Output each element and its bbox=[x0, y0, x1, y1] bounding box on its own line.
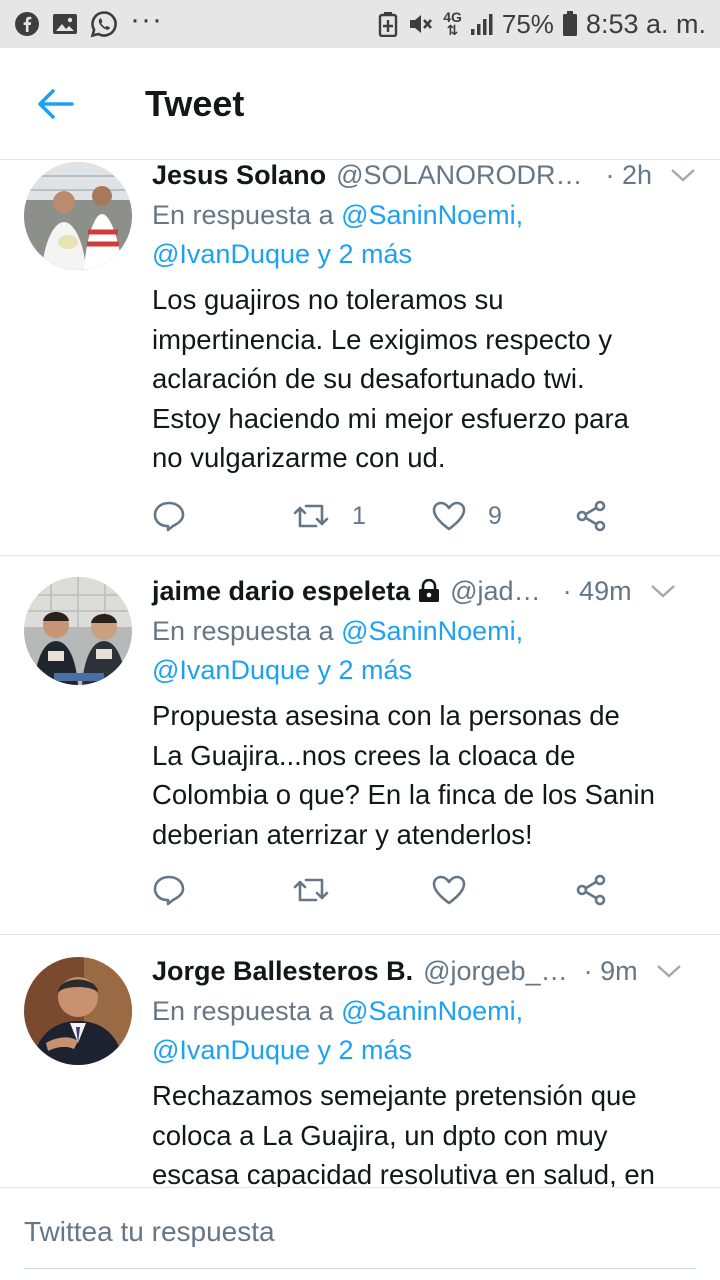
avatar[interactable] bbox=[24, 162, 132, 270]
battery-percent: 75% bbox=[501, 8, 554, 39]
heart-icon bbox=[432, 875, 466, 905]
tweet-item[interactable]: jaime dario espeleta @jad… · 49m En resp… bbox=[0, 556, 720, 935]
reply-mention-link[interactable]: @SaninNoemi, bbox=[341, 200, 523, 230]
heart-icon bbox=[432, 501, 466, 531]
facebook-icon bbox=[14, 11, 40, 37]
reply-context: En respuesta a @SaninNoemi, bbox=[152, 992, 696, 1031]
author-handle[interactable]: @jad… bbox=[450, 576, 540, 607]
system-status: 4G ⇅ 75% 8:53 a. m. bbox=[377, 9, 706, 40]
tweet-text: Los guajiros no toleramos su impertinenc… bbox=[152, 284, 629, 473]
tweet-actions: 1 9 bbox=[152, 496, 640, 536]
status-bar: ··· 4G ⇅ 75% 8:53 a. m. bbox=[0, 0, 720, 48]
tweet-content: Jesus Solano @SOLANORODRI… · 2h En respu… bbox=[152, 160, 696, 478]
reply-mentions-link[interactable]: @IvanDuque y 2 más bbox=[152, 1031, 696, 1070]
mute-icon bbox=[407, 11, 435, 37]
signal-icon bbox=[470, 12, 494, 36]
reply-icon bbox=[153, 875, 185, 906]
share-button[interactable] bbox=[575, 874, 607, 906]
retweet-icon bbox=[293, 878, 329, 902]
avatar[interactable] bbox=[24, 577, 132, 685]
reply-mention-link[interactable]: @SaninNoemi, bbox=[341, 616, 523, 646]
like-count: 9 bbox=[488, 501, 502, 530]
reply-prefix: En respuesta a bbox=[152, 200, 334, 230]
reply-mentions-link[interactable]: @IvanDuque y 2 más bbox=[152, 235, 696, 274]
chevron-down-icon[interactable] bbox=[656, 963, 682, 979]
clock: 8:53 a. m. bbox=[585, 8, 706, 39]
tweet-time: · 49m bbox=[562, 575, 632, 606]
tweet-time: · 2h bbox=[605, 160, 652, 190]
reply-context: En respuesta a @SaninNoemi, bbox=[152, 196, 696, 235]
retweet-icon bbox=[293, 504, 329, 528]
input-underline bbox=[24, 1268, 696, 1269]
tweet-header: Jorge Ballesteros B. @jorgeb_… · 9m bbox=[152, 952, 696, 990]
reply-mentions-link[interactable]: @IvanDuque y 2 más bbox=[152, 651, 696, 690]
author-handle[interactable]: @SOLANORODRI… bbox=[336, 160, 589, 191]
author-name[interactable]: jaime dario espeleta bbox=[152, 576, 410, 607]
reply-composer: Twittea tu respuesta bbox=[0, 1187, 720, 1280]
share-icon bbox=[576, 874, 606, 906]
reply-input[interactable]: Twittea tu respuesta bbox=[24, 1216, 275, 1248]
more-icon: ··· bbox=[130, 3, 163, 36]
like-button[interactable] bbox=[432, 875, 572, 905]
author-name[interactable]: Jesus Solano bbox=[152, 160, 326, 191]
chevron-down-icon[interactable] bbox=[670, 167, 696, 183]
back-button[interactable] bbox=[30, 82, 80, 126]
share-icon bbox=[576, 500, 606, 532]
reply-button[interactable] bbox=[152, 500, 292, 532]
tweet-header: jaime dario espeleta @jad… · 49m bbox=[152, 572, 696, 610]
retweet-button[interactable]: 1 bbox=[292, 502, 432, 531]
author-name[interactable]: Jorge Ballesteros B. bbox=[152, 956, 413, 987]
whatsapp-icon bbox=[90, 10, 118, 38]
tweet-content: jaime dario espeleta @jad… · 49m En resp… bbox=[152, 572, 696, 854]
reply-mention-link[interactable]: @SaninNoemi, bbox=[341, 996, 523, 1026]
notification-icons: ··· bbox=[14, 3, 163, 38]
avatar[interactable] bbox=[24, 957, 132, 1065]
author-handle[interactable]: @jorgeb_… bbox=[423, 956, 567, 987]
app-bar: Tweet bbox=[0, 48, 720, 160]
share-button[interactable] bbox=[575, 500, 607, 532]
gallery-icon bbox=[52, 12, 78, 36]
replies-feed[interactable]: Jesus Solano @SOLANORODRI… · 2h En respu… bbox=[0, 160, 720, 1187]
like-button[interactable]: 9 bbox=[432, 501, 572, 531]
back-arrow-icon bbox=[38, 89, 74, 119]
tweet-actions bbox=[152, 870, 640, 910]
tweet-header: Jesus Solano @SOLANORODRI… · 2h bbox=[152, 160, 696, 194]
reply-button[interactable] bbox=[152, 874, 292, 906]
reply-icon bbox=[153, 501, 185, 532]
tweet-content: Jorge Ballesteros B. @jorgeb_… · 9m En r… bbox=[152, 952, 696, 1187]
tweet-item[interactable]: Jorge Ballesteros B. @jorgeb_… · 9m En r… bbox=[0, 935, 720, 1187]
retweet-button[interactable] bbox=[292, 876, 432, 904]
reply-context: En respuesta a @SaninNoemi, bbox=[152, 612, 696, 651]
reply-prefix: En respuesta a bbox=[152, 616, 334, 646]
network-type-icon: 4G ⇅ bbox=[443, 9, 462, 38]
retweet-count: 1 bbox=[352, 501, 366, 530]
tweet-item[interactable]: Jesus Solano @SOLANORODRI… · 2h En respu… bbox=[0, 160, 720, 556]
page-title: Tweet bbox=[145, 83, 245, 124]
tweet-text: Rechazamos semejante pretensión que colo… bbox=[152, 1080, 655, 1187]
battery-saver-icon bbox=[377, 11, 399, 37]
battery-icon bbox=[562, 11, 578, 37]
reply-prefix: En respuesta a bbox=[152, 996, 334, 1026]
chevron-down-icon[interactable] bbox=[650, 583, 676, 599]
tweet-text: Propuesta asesina con la personas de La … bbox=[152, 700, 655, 850]
lock-icon bbox=[416, 579, 442, 603]
tweet-time: · 9m bbox=[583, 955, 638, 986]
